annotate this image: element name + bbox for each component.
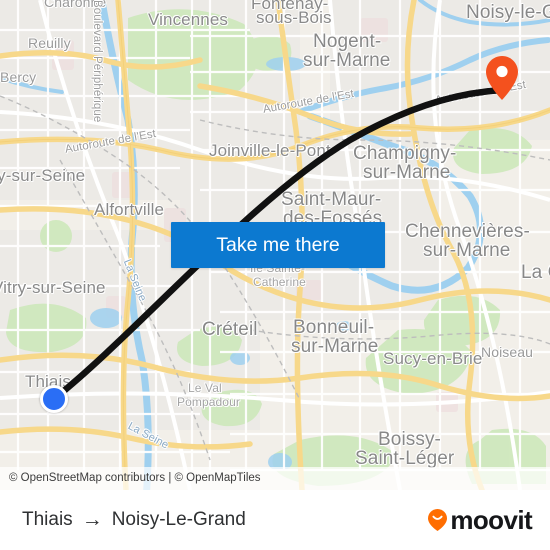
moovit-trip-map-card: Charonne Reuilly Bercy Boulevard Périphériq…	[0, 0, 550, 550]
origin-marker[interactable]	[40, 385, 68, 413]
trip-destination-label: Noisy-Le-Grand	[111, 509, 246, 530]
destination-pin-icon[interactable]	[485, 55, 519, 101]
moovit-wordmark: moovit	[450, 505, 532, 535]
moovit-pin-icon	[428, 509, 448, 531]
map-canvas[interactable]: Charonne Reuilly Bercy Boulevard Périphériq…	[0, 0, 550, 490]
trip-footer: Thiais → Noisy-Le-Grand moovit	[0, 490, 550, 550]
moovit-logo: moovit	[426, 505, 533, 535]
map-attribution: © OpenStreetMap contributors | © OpenMap…	[0, 467, 550, 490]
trip-origin-label: Thiais	[22, 509, 73, 530]
take-me-there-button[interactable]: Take me there	[171, 222, 385, 268]
trip-summary: Thiais → Noisy-Le-Grand	[22, 509, 246, 531]
arrow-right-icon: →	[81, 507, 103, 531]
